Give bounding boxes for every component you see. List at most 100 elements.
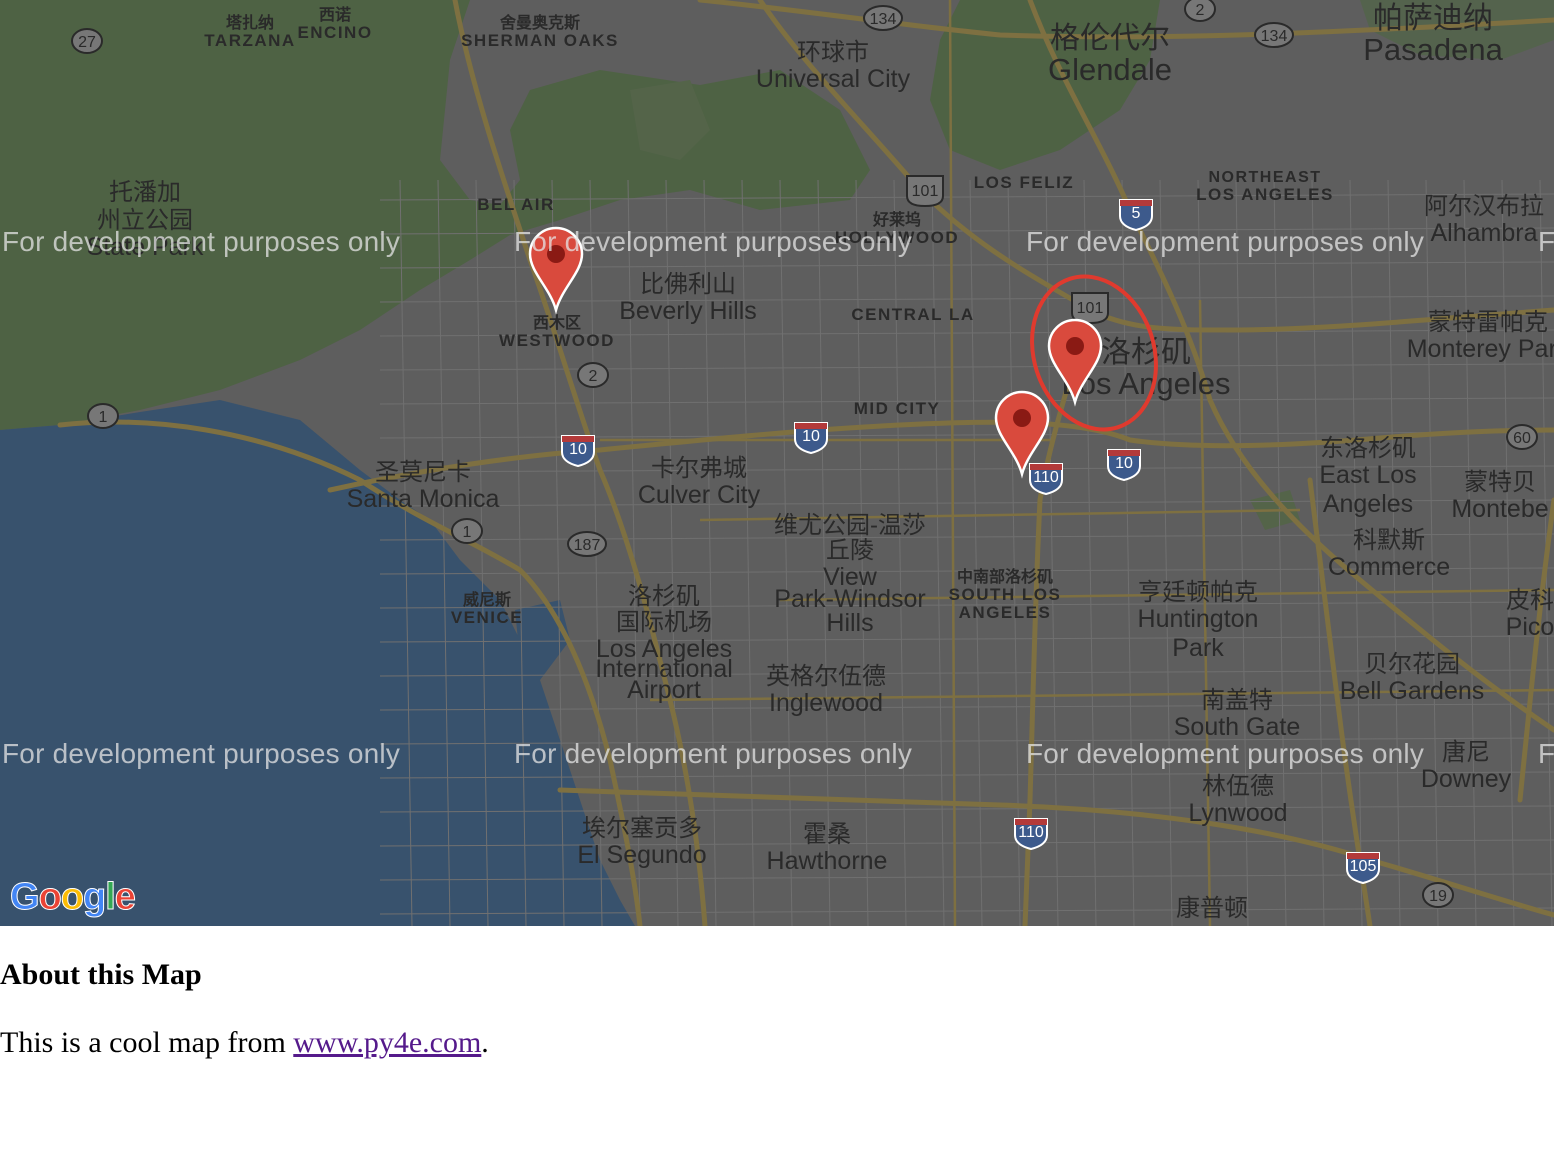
- place-label-secondary: Bell Gardens: [1340, 677, 1485, 705]
- place-label-primary: 威尼斯: [463, 590, 511, 609]
- place-label-primary: 蒙特雷帕克: [1428, 309, 1548, 336]
- highway-shield: 105: [1346, 852, 1380, 885]
- place-label-primary: 帕萨迪纳: [1373, 2, 1493, 35]
- place-label: NORTHEASTLOS ANGELES: [1196, 169, 1334, 204]
- place-label: 康普顿: [1176, 895, 1248, 922]
- watermark: For development purposes only: [1026, 226, 1425, 257]
- place-label-primary: 西木区: [533, 313, 581, 332]
- logo-letter: e: [114, 876, 136, 919]
- place-label-secondary: Monterey Park: [1407, 335, 1554, 363]
- place-label: 中南部洛杉矶SOUTH LOS: [949, 567, 1060, 604]
- place-label-secondary: Hawthorne: [767, 847, 888, 875]
- place-label-secondary: Montebe: [1451, 495, 1548, 523]
- watermark: For development purposes only: [2, 738, 401, 769]
- highway-shield: 60: [1506, 424, 1538, 450]
- place-label-primary: 托潘加: [109, 179, 181, 206]
- shield-number: 134: [1261, 28, 1288, 45]
- logo-letter: o: [38, 876, 62, 919]
- place-label-primary: 卡尔弗城: [651, 455, 747, 482]
- place-label-primary: 洛杉矶: [628, 583, 700, 610]
- highway-shield: 10: [1107, 449, 1141, 482]
- place-label-primary: 格伦代尔: [1050, 22, 1170, 55]
- place-label-primary: 塔扎纳: [226, 13, 274, 32]
- place-label: 东洛杉矶East Los: [1319, 435, 1416, 489]
- shield-number: 101: [912, 183, 939, 200]
- place-label: ANGELES: [959, 603, 1050, 622]
- watermark: For development purposes only: [514, 738, 913, 769]
- highway-shield: 134: [863, 5, 903, 31]
- shield-number: 2: [1196, 2, 1205, 19]
- place-label-secondary: Hills: [826, 609, 873, 637]
- logo-letter: g: [82, 876, 106, 919]
- google-logo[interactable]: Google: [10, 876, 137, 919]
- place-label-primary: 英格尔伍德: [766, 663, 886, 690]
- py4e-link[interactable]: www.py4e.com: [293, 1026, 481, 1059]
- highway-shield: 2: [577, 362, 609, 388]
- place-label: LOS FELIZ: [974, 173, 1074, 192]
- marker-dot: [1066, 337, 1084, 355]
- highway-shield: 10: [794, 422, 828, 455]
- place-label-secondary: ENCINO: [297, 23, 372, 42]
- highway-shield: 134: [1254, 22, 1294, 48]
- place-label-secondary: Beverly Hills: [619, 297, 757, 325]
- place-label-secondary: Angeles: [1323, 490, 1413, 518]
- place-label-secondary: BEL AIR: [477, 195, 555, 214]
- place-label-secondary: Pasadena: [1363, 32, 1503, 67]
- place-label-secondary: LOS FELIZ: [974, 173, 1074, 192]
- highway-shield: 27: [71, 28, 103, 54]
- about-text: This is a cool map from: [0, 1026, 294, 1059]
- place-label: 格伦代尔Glendale: [1048, 22, 1172, 87]
- about-paragraph: This is a cool map from www.py4e.com.: [0, 1026, 489, 1060]
- place-label-secondary: Culver City: [638, 481, 761, 509]
- place-label: 英格尔伍德Inglewood: [766, 663, 886, 717]
- place-label-secondary: East Los: [1319, 461, 1416, 489]
- place-label-secondary: WESTWOOD: [499, 331, 615, 350]
- place-label-primary: 西诺: [319, 5, 351, 24]
- place-label: CENTRAL LA: [851, 305, 974, 324]
- about-heading: About this Map: [0, 958, 202, 991]
- place-label-secondary: TARZANA: [204, 31, 295, 50]
- highway-shield: 110: [1014, 818, 1048, 851]
- shield-number: 101: [1077, 300, 1104, 317]
- place-label: 林伍德Lynwood: [1188, 773, 1287, 827]
- place-label-primary: 丘陵: [826, 537, 874, 564]
- place-label: 蒙特贝Montebe: [1451, 469, 1548, 523]
- shield-number: 105: [1350, 858, 1377, 875]
- map-tiles[interactable]: 2713421341015101211010101106011871101051…: [0, 0, 1554, 926]
- place-label: 洛杉矶: [628, 583, 700, 610]
- place-label-primary: 贝尔花园: [1364, 651, 1460, 678]
- shield-number: 1: [99, 409, 108, 426]
- place-label: 卡尔弗城Culver City: [638, 455, 761, 509]
- place-label-primary: 皮科: [1506, 587, 1554, 614]
- watermark: For development purposes only: [1538, 738, 1554, 769]
- highway-shield: 10: [561, 435, 595, 468]
- place-label: 维尤公园-温莎: [774, 512, 926, 539]
- place-label: MID CITY: [854, 399, 939, 418]
- logo-letter: o: [60, 876, 84, 919]
- place-label-primary: 南盖特: [1201, 687, 1273, 714]
- place-label: 丘陵View: [823, 537, 878, 591]
- map-canvas[interactable]: 27 134 2 134 101 5 101 2 1 10 10 10 110 60 1 187 110 105 1…: [0, 0, 1554, 926]
- place-label: 阿尔汉布拉Alhambra: [1424, 193, 1544, 247]
- place-label: 蒙特雷帕克Monterey Park: [1407, 309, 1554, 363]
- place-label-secondary: CENTRAL LA: [851, 305, 974, 324]
- place-label-secondary: Lynwood: [1188, 799, 1287, 827]
- place-label-primary: 霍桑: [803, 821, 851, 848]
- place-label-secondary: Inglewood: [769, 689, 883, 717]
- shield-number: 1: [463, 524, 472, 541]
- place-label-secondary: Universal City: [756, 65, 911, 93]
- highway-shield: 101: [906, 175, 944, 208]
- place-label-primary: 林伍德: [1202, 773, 1274, 800]
- place-label-secondary: LOS ANGELES: [1196, 185, 1334, 204]
- place-label-secondary: Commerce: [1328, 553, 1450, 581]
- logo-letter: G: [10, 876, 41, 919]
- highway-shield: 101: [1071, 292, 1109, 325]
- place-label-primary: 比佛利山: [640, 271, 736, 298]
- shield-number: 10: [802, 428, 820, 445]
- watermark: For development purposes only: [1538, 226, 1554, 257]
- place-label: 埃尔塞贡多El Segundo: [577, 815, 706, 869]
- place-label-primary: 科默斯: [1353, 527, 1425, 554]
- shield-number: 5: [1132, 205, 1141, 222]
- highway-shield: 1: [451, 518, 483, 544]
- place-label-secondary: Park: [1172, 634, 1224, 662]
